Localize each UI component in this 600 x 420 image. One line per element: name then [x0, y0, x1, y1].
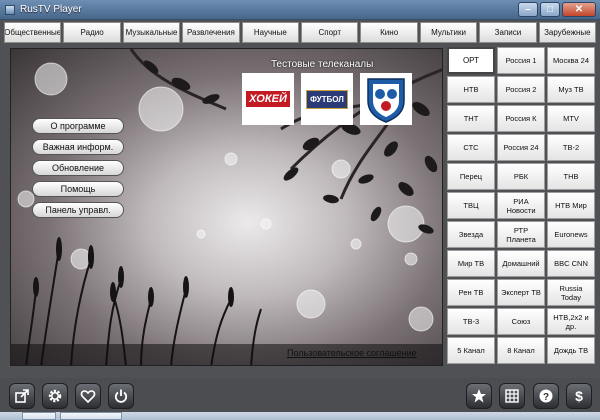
settings-button[interactable]	[42, 383, 68, 409]
update-button[interactable]: Обновление	[32, 160, 124, 176]
football-logo: ФУТБОЛ	[306, 89, 348, 109]
power-icon	[114, 389, 128, 403]
channel-button-ria-novosti[interactable]: РИА Новости	[497, 192, 545, 219]
football-channel-tile[interactable]: ФУТБОЛ	[301, 73, 353, 125]
minimize-button[interactable]: –	[518, 2, 538, 17]
channel-button-rossiya-2[interactable]: Россия 2	[497, 76, 545, 103]
channel-button-sts[interactable]: СТС	[447, 134, 495, 161]
tab-entertainment[interactable]: Развлечения	[182, 22, 240, 43]
khl-channel-tile[interactable]	[360, 73, 412, 125]
side-menu: О программе Важная информ. Обновление По…	[32, 118, 124, 218]
hockey-channel-tile[interactable]: ХОКЕЙ	[242, 73, 294, 125]
help-button[interactable]: Помощь	[32, 181, 124, 197]
svg-text:$: $	[575, 388, 583, 404]
grid-button[interactable]	[499, 383, 525, 409]
channel-button-tnv[interactable]: ТНВ	[547, 163, 595, 190]
channel-button-rbk[interactable]: РБК	[497, 163, 545, 190]
external-link-icon	[15, 389, 29, 403]
channel-button-rossiya-k[interactable]: Россия К	[497, 105, 545, 132]
channel-button-soyuz[interactable]: Союз	[497, 308, 545, 335]
channel-button-rtr-planeta[interactable]: РТР Планета	[497, 221, 545, 248]
hockey-logo: ХОКЕЙ	[246, 91, 290, 107]
external-link-button[interactable]	[9, 383, 35, 409]
channel-button-russia-today[interactable]: Russia Today	[547, 279, 595, 306]
channel-button-ntv[interactable]: НТВ	[447, 76, 495, 103]
channel-button-muz-tv[interactable]: Муз ТВ	[547, 76, 595, 103]
star-icon	[472, 389, 486, 403]
control-panel-button[interactable]: Панель управл.	[32, 202, 124, 218]
channel-button-moskva-24[interactable]: Москва 24	[547, 47, 595, 74]
channel-button-tv-3[interactable]: ТВ-3	[447, 308, 495, 335]
test-channel-tiles: ХОКЕЙ ФУТБОЛ	[242, 73, 412, 125]
channel-button-euronews[interactable]: Euronews	[547, 221, 595, 248]
channel-button-ekspert-tv[interactable]: Эксперт ТВ	[497, 279, 545, 306]
channel-button-mir-tv[interactable]: Мир ТВ	[447, 250, 495, 277]
tab-science[interactable]: Научные	[241, 22, 300, 43]
donate-button[interactable]: $	[566, 383, 592, 409]
dollar-icon: $	[575, 388, 583, 404]
important-info-button[interactable]: Важная информ.	[32, 139, 124, 155]
channel-button-rossiya-24[interactable]: Россия 24	[497, 134, 545, 161]
window-controls: – □ ✕	[518, 2, 596, 17]
gear-icon	[48, 389, 62, 403]
tab-sport[interactable]: Спорт	[301, 22, 359, 43]
channel-button-ntv-2x2[interactable]: НТВ,2x2 и др.	[547, 308, 595, 335]
channel-button-8-kanal[interactable]: 8 Канал	[497, 337, 545, 364]
channel-button-ren-tv[interactable]: Рен ТВ	[447, 279, 495, 306]
channel-grid: ОРТ Россия 1 Москва 24 НТВ Россия 2 Муз …	[447, 47, 597, 367]
channel-button-zvezda[interactable]: Звезда	[447, 221, 495, 248]
tab-cartoons[interactable]: Мультики	[419, 22, 478, 43]
window-title: RusTV Player	[20, 4, 82, 15]
channel-button-tv-2[interactable]: ТВ-2	[547, 134, 595, 161]
tab-radio[interactable]: Радио	[63, 22, 121, 43]
channel-button-ntv-mir[interactable]: НТВ Мир	[547, 192, 595, 219]
channel-button-mtv[interactable]: MTV	[547, 105, 595, 132]
taskbar-item[interactable]	[22, 412, 56, 420]
tab-recordings[interactable]: Записи	[479, 22, 537, 43]
main-panel: Тестовые телеканалы ХОКЕЙ ФУТБОЛ О прогр…	[10, 48, 443, 366]
title-bar: RusTV Player – □ ✕	[0, 0, 600, 20]
tab-obshchestvennye[interactable]: Общественные	[4, 22, 62, 43]
testing-channels-title: Тестовые телеканалы	[271, 59, 374, 70]
close-button[interactable]: ✕	[562, 2, 596, 17]
channel-button-dozhd-tv[interactable]: Дождь ТВ	[547, 337, 595, 364]
channel-button-tnt[interactable]: ТНТ	[447, 105, 495, 132]
channel-button-ort[interactable]: ОРТ	[447, 47, 495, 74]
khl-shield-icon	[367, 78, 405, 123]
tab-music[interactable]: Музыкальные	[122, 22, 181, 43]
svg-text:?: ?	[543, 392, 549, 403]
tab-cinema[interactable]: Кино	[360, 22, 418, 43]
taskbar-item[interactable]	[60, 412, 122, 420]
about-button[interactable]: О программе	[32, 118, 124, 134]
channel-button-bbc-cnn[interactable]: BBC CNN	[547, 250, 595, 277]
app-icon	[5, 5, 15, 15]
help-icon-button[interactable]: ?	[533, 383, 559, 409]
channel-button-5-kanal[interactable]: 5 Канал	[447, 337, 495, 364]
favorites-button[interactable]	[75, 383, 101, 409]
channel-button-perets[interactable]: Перец	[447, 163, 495, 190]
channel-button-rossiya-1[interactable]: Россия 1	[497, 47, 545, 74]
heart-icon	[80, 390, 96, 404]
power-button[interactable]	[108, 383, 134, 409]
tab-foreign[interactable]: Зарубежные	[538, 22, 597, 43]
channel-button-tvc[interactable]: ТВЦ	[447, 192, 495, 219]
channel-button-domashniy[interactable]: Домашний	[497, 250, 545, 277]
user-agreement-link[interactable]: Пользовательское соглашение	[287, 348, 417, 358]
category-tabs: Общественные Радио Музыкальные Развлечен…	[4, 22, 597, 43]
star-button[interactable]	[466, 383, 492, 409]
help-icon: ?	[539, 389, 553, 403]
maximize-button[interactable]: □	[540, 2, 560, 17]
grid-icon	[505, 389, 519, 403]
